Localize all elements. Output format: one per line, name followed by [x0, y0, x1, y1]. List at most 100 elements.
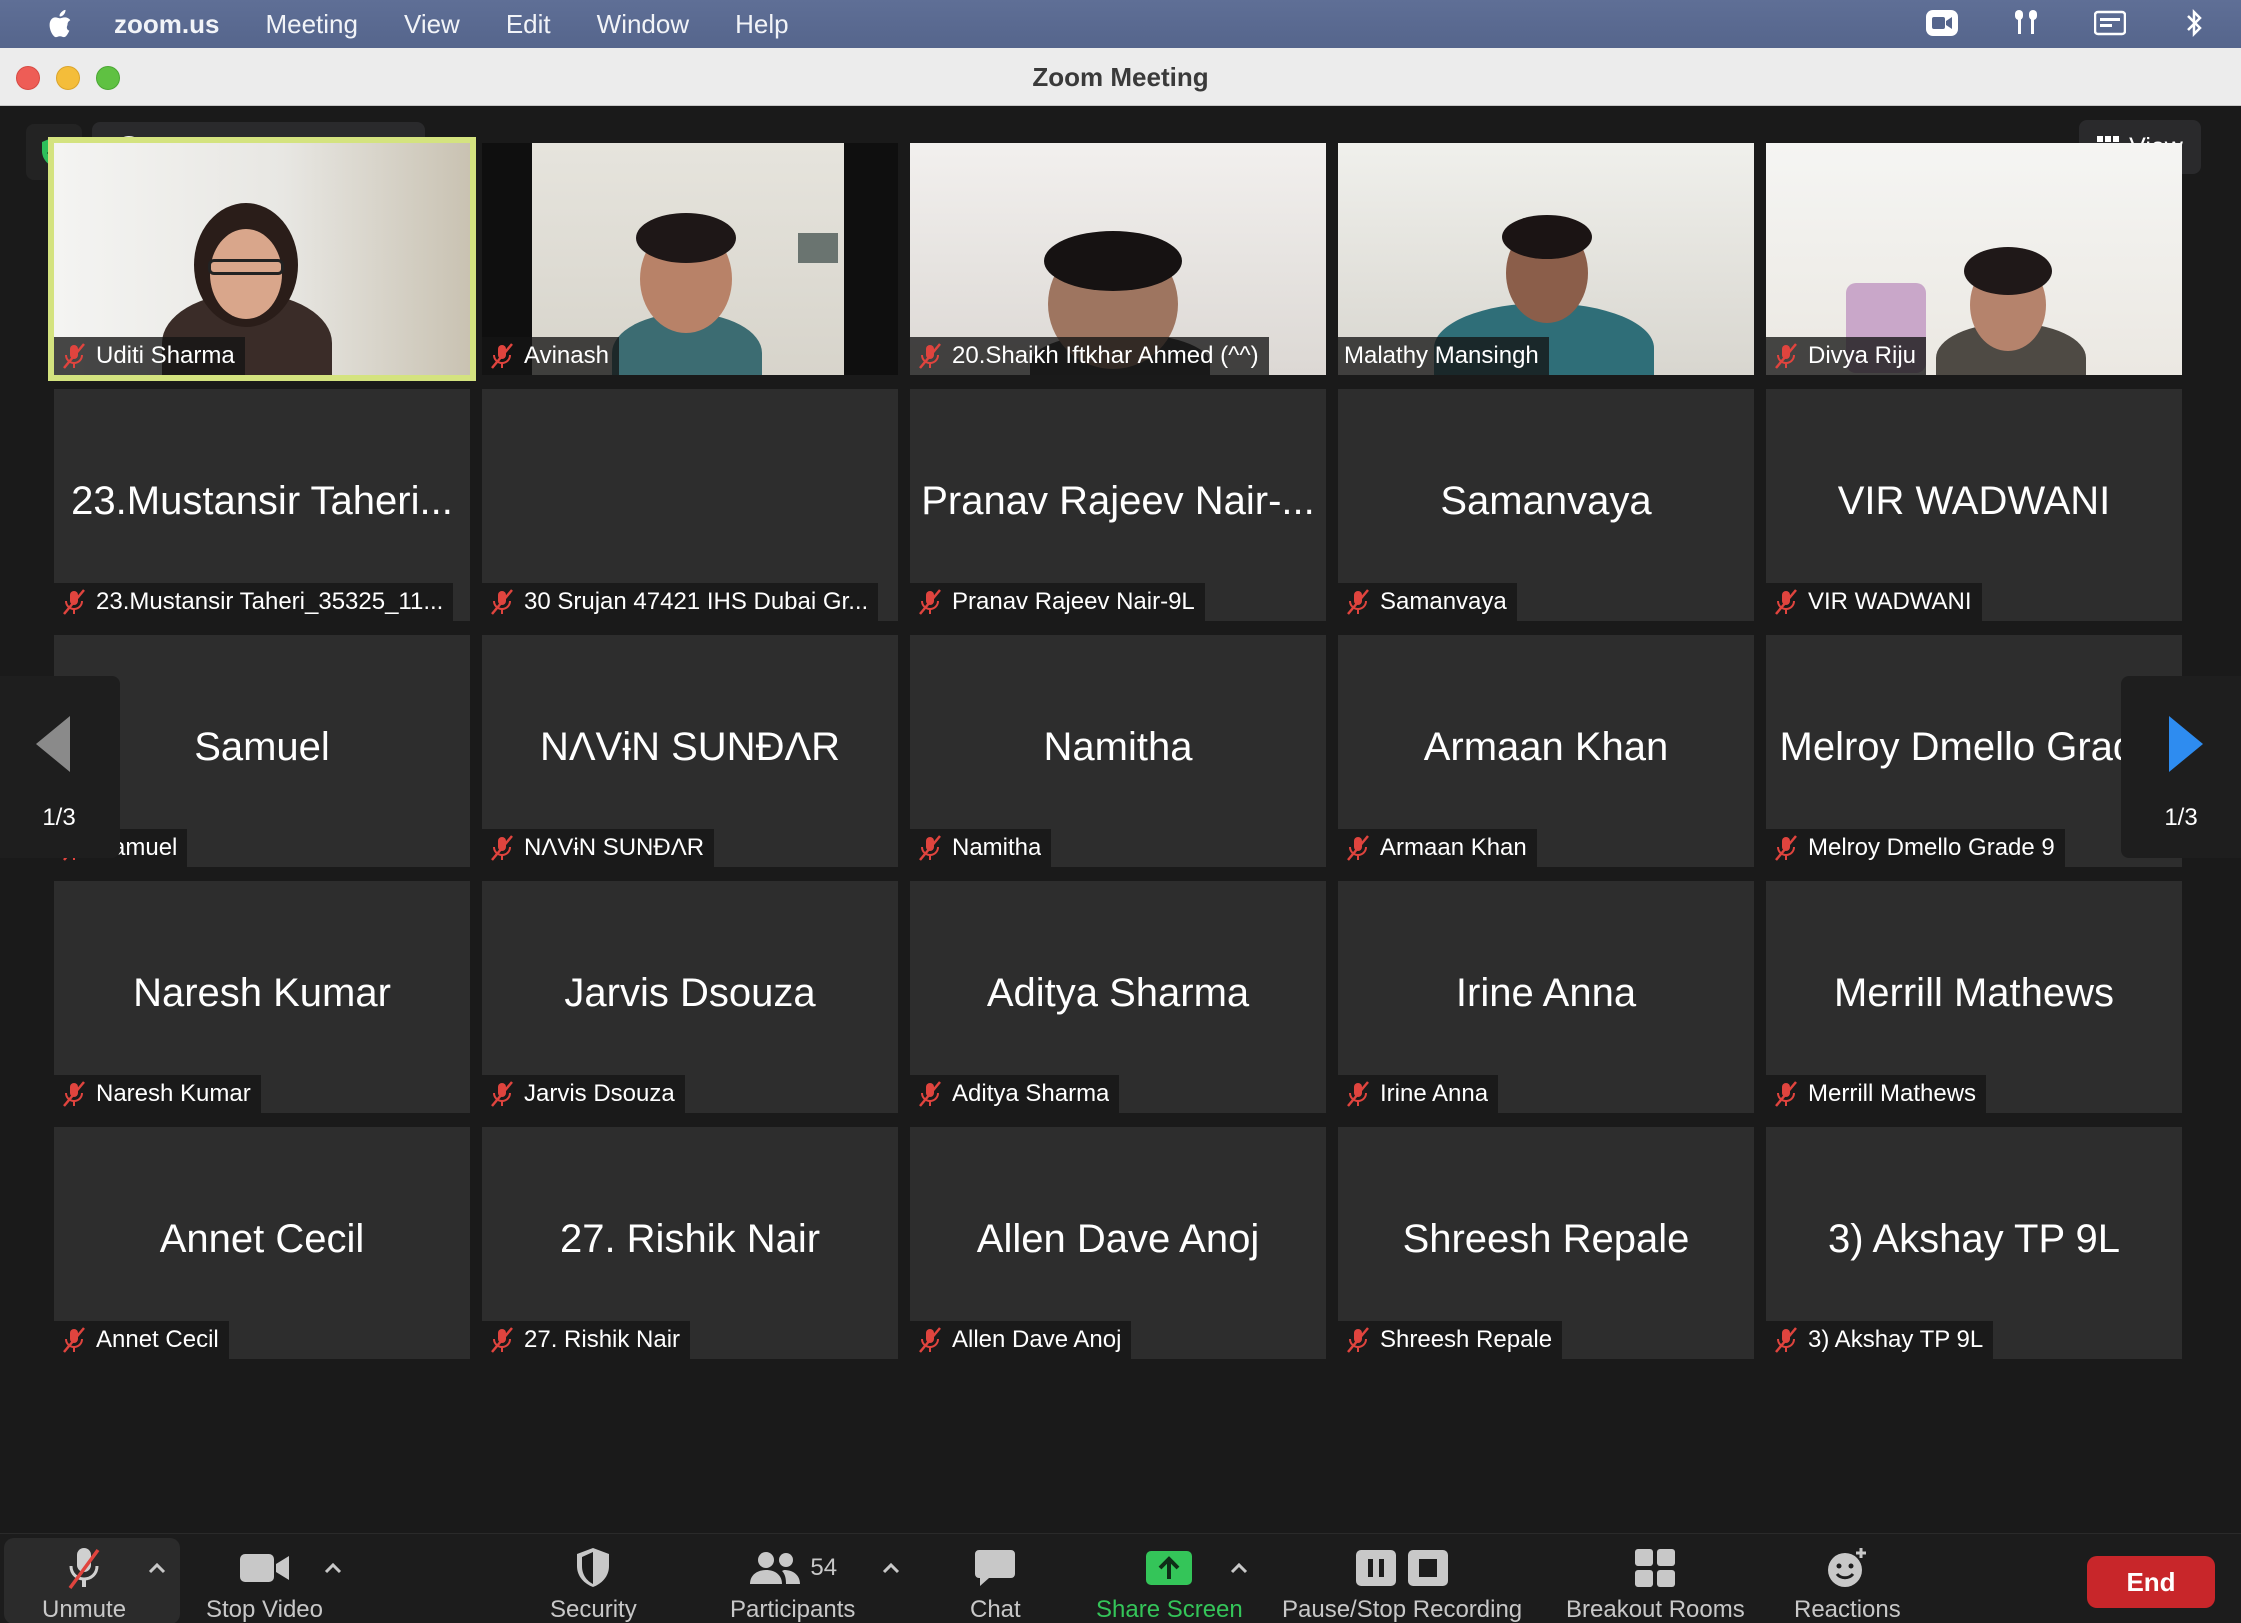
participant-tile[interactable]: Merrill Mathews Merrill Mathews	[1766, 881, 2182, 1113]
menu-edit[interactable]: Edit	[506, 9, 551, 40]
share-screen-icon	[1145, 1546, 1193, 1590]
participants-icon-group: 54	[748, 1546, 837, 1590]
participant-name: 20.Shaikh Iftkhar Ahmed (^^)	[952, 342, 1259, 369]
participant-tile[interactable]: 23.Mustansir Taheri... 23.Mustansir Taher…	[54, 389, 470, 621]
arrow-right-icon	[2169, 716, 2203, 772]
microphone-muted-icon	[64, 1546, 104, 1590]
participant-display-name: Shreesh Repale	[1402, 1217, 1690, 1261]
participant-tile[interactable]: Armaan Khan Armaan Khan	[1338, 635, 1754, 867]
participant-tile[interactable]: Uditi Sharma	[48, 137, 476, 381]
audio-options-caret-icon[interactable]	[146, 1558, 168, 1580]
participant-name-tag: Annet Cecil	[54, 1321, 229, 1359]
menu-help[interactable]: Help	[735, 9, 788, 40]
participant-display-name: Allen Dave Anoj	[976, 1217, 1260, 1261]
participant-tile[interactable]: Melroy Dmello Grad... Melroy Dmello Grade…	[1766, 635, 2182, 867]
participant-tile[interactable]: VIR WADWANI VIR WADWANI	[1766, 389, 2182, 621]
participant-tile[interactable]: Avinash	[482, 143, 898, 375]
participant-name: Annet Cecil	[96, 1326, 219, 1353]
microphone-muted-icon	[488, 588, 516, 616]
participant-tile[interactable]: 3) Akshay TP 9L 3) Akshay TP 9L	[1766, 1127, 2182, 1359]
participant-name: Samanvaya	[1380, 588, 1507, 615]
window-title: Zoom Meeting	[1032, 62, 1209, 92]
participant-name-tag: Jarvis Dsouza	[482, 1075, 685, 1113]
microphone-muted-icon	[1772, 834, 1800, 862]
participant-name: Malathy Mansingh	[1344, 342, 1539, 369]
menu-meeting[interactable]: Meeting	[265, 9, 358, 40]
participant-tile[interactable]: Annet Cecil Annet Cecil	[54, 1127, 470, 1359]
menu-extra-icon[interactable]	[2093, 8, 2127, 38]
participant-name-tag: 20.Shaikh Iftkhar Ahmed (^^)	[910, 337, 1269, 375]
participant-tile[interactable]: Aditya Sharma Aditya Sharma	[910, 881, 1326, 1113]
participant-display-name: Aditya Sharma	[986, 971, 1250, 1015]
participant-tile[interactable]: 30 Srujan 47421 IHS Dubai Gr...	[482, 389, 898, 621]
reactions-button[interactable]: Reactions	[1794, 1546, 1901, 1623]
participant-name-tag: Divya Riju	[1766, 337, 1927, 375]
participant-name-tag: Aditya Sharma	[910, 1075, 1120, 1113]
participant-name: NΛVɨN SUNÐΛR	[524, 834, 705, 861]
participant-tile[interactable]: Malathy Mansingh	[1338, 143, 1754, 375]
participant-name-tag: Avinash	[482, 337, 619, 375]
participant-display-name: Samuel	[194, 725, 330, 769]
microphone-muted-icon	[1772, 1080, 1800, 1108]
participants-options-caret-icon[interactable]	[880, 1558, 902, 1580]
participant-name-tag: Melroy Dmello Grade 9	[1766, 829, 2065, 867]
participant-tile[interactable]: Irine Anna Irine Anna	[1338, 881, 1754, 1113]
page-indicator-left: 1/3	[42, 804, 76, 831]
pause-stop-recording-icon	[1354, 1546, 1450, 1590]
pause-stop-recording-button[interactable]: Pause/Stop Recording	[1282, 1546, 1522, 1623]
video-options-caret-icon[interactable]	[322, 1558, 344, 1580]
participant-name: Uditi Sharma	[96, 342, 235, 369]
menu-view[interactable]: View	[404, 9, 460, 40]
participant-name: Allen Dave Anoj	[952, 1326, 1122, 1353]
participant-tile[interactable]: Divya Riju	[1766, 143, 2182, 375]
chat-button[interactable]: Chat	[970, 1546, 1021, 1623]
participant-display-name: Pranav Rajeev Nair-...	[921, 479, 1315, 523]
previous-page-button[interactable]: 1/3	[0, 676, 120, 858]
participant-tile[interactable]: Namitha Namitha	[910, 635, 1326, 867]
menu-window[interactable]: Window	[597, 9, 689, 40]
end-meeting-button[interactable]: End	[2087, 1556, 2215, 1608]
participant-display-name: 3) Akshay TP 9L	[1827, 1217, 2121, 1261]
next-page-button[interactable]: 1/3	[2121, 676, 2241, 858]
menu-app-zoom[interactable]: zoom.us	[114, 9, 219, 40]
participant-tile[interactable]: Samanvaya Samanvaya	[1338, 389, 1754, 621]
apple-icon[interactable]	[44, 8, 74, 40]
stop-video-label: Stop Video	[206, 1596, 323, 1623]
breakout-rooms-button[interactable]: Breakout Rooms	[1566, 1546, 1745, 1623]
participant-name: Divya Riju	[1808, 342, 1917, 369]
participant-name-tag: 3) Akshay TP 9L	[1766, 1321, 1994, 1359]
unmute-button[interactable]: Unmute	[42, 1546, 126, 1623]
participant-tile[interactable]: 20.Shaikh Iftkhar Ahmed (^^)	[910, 143, 1326, 375]
microphone-muted-icon	[1344, 834, 1372, 862]
participant-name-tag: 30 Srujan 47421 IHS Dubai Gr...	[482, 583, 879, 621]
airpods-icon[interactable]	[2009, 8, 2043, 38]
participant-name-tag: Allen Dave Anoj	[910, 1321, 1132, 1359]
participant-tile[interactable]: NΛVɨN SUNÐΛR NΛVɨN SUNÐΛR	[482, 635, 898, 867]
participant-tile[interactable]: 27. Rishik Nair 27. Rishik Nair	[482, 1127, 898, 1359]
security-button[interactable]: Security	[550, 1546, 637, 1623]
participants-button[interactable]: 54 Participants	[730, 1546, 855, 1623]
microphone-muted-icon	[488, 1080, 516, 1108]
bluetooth-icon[interactable]	[2177, 8, 2211, 38]
participant-display-name: Jarvis Dsouza	[564, 971, 816, 1015]
reactions-smiley-icon	[1825, 1546, 1869, 1590]
participant-name: 23.Mustansir Taheri_35325_11...	[96, 588, 444, 615]
participant-display-name: Annet Cecil	[159, 1217, 365, 1261]
participant-tile[interactable]: Pranav Rajeev Nair-... Pranav Rajeev Nair…	[910, 389, 1326, 621]
participant-name-tag: VIR WADWANI	[1766, 583, 1982, 621]
share-options-caret-icon[interactable]	[1228, 1558, 1250, 1580]
participant-name-tag: Shreesh Repale	[1338, 1321, 1563, 1359]
zoom-camera-icon[interactable]	[1925, 8, 1959, 38]
participant-tile[interactable]: Shreesh Repale Shreesh Repale	[1338, 1127, 1754, 1359]
stop-video-button[interactable]: Stop Video	[206, 1546, 323, 1623]
participant-name: 27. Rishik Nair	[524, 1326, 681, 1353]
share-screen-label: Share Screen	[1096, 1596, 1243, 1623]
participant-tile[interactable]: Naresh Kumar Naresh Kumar	[54, 881, 470, 1113]
participant-name: Merrill Mathews	[1808, 1080, 1977, 1107]
participant-tile[interactable]: Jarvis Dsouza Jarvis Dsouza	[482, 881, 898, 1113]
participant-name: Avinash	[524, 342, 609, 369]
participant-display-name: Naresh Kumar	[133, 971, 391, 1015]
arrow-left-icon	[36, 716, 70, 772]
participant-tile[interactable]: Allen Dave Anoj Allen Dave Anoj	[910, 1127, 1326, 1359]
share-screen-button[interactable]: Share Screen	[1096, 1546, 1243, 1623]
